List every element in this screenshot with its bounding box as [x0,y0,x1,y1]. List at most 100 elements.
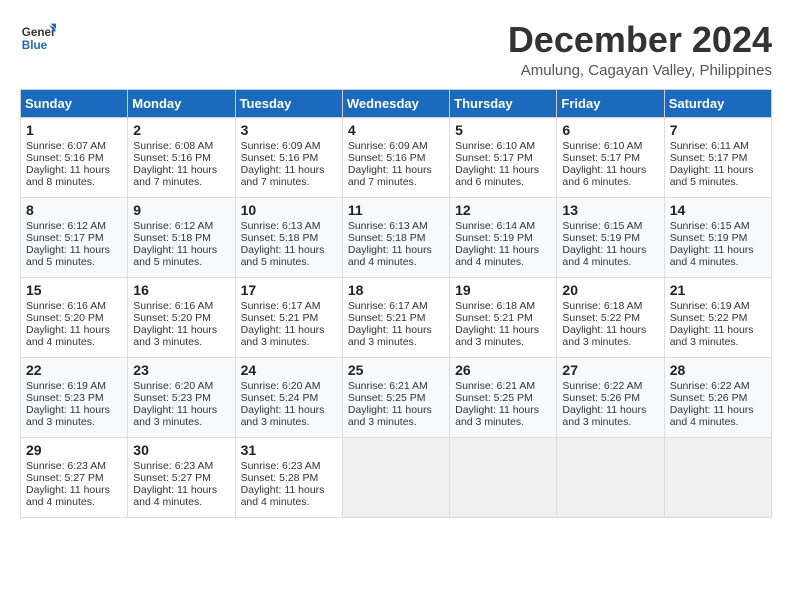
day-number: 9 [133,202,229,218]
daylight-text: Daylight: 11 hours and 4 minutes. [670,404,754,428]
calendar-cell: 3Sunrise: 6:09 AMSunset: 5:16 PMDaylight… [235,117,342,197]
daylight-text: Daylight: 11 hours and 5 minutes. [241,244,325,268]
calendar-cell: 30Sunrise: 6:23 AMSunset: 5:27 PMDayligh… [128,437,235,517]
calendar-cell: 22Sunrise: 6:19 AMSunset: 5:23 PMDayligh… [21,357,128,437]
sunset-text: Sunset: 5:21 PM [455,312,533,324]
sunrise-text: Sunrise: 6:23 AM [241,460,321,472]
sunrise-text: Sunrise: 6:19 AM [670,300,750,312]
sunrise-text: Sunrise: 6:17 AM [348,300,428,312]
daylight-text: Daylight: 11 hours and 4 minutes. [133,484,217,508]
sunset-text: Sunset: 5:27 PM [133,472,211,484]
sunset-text: Sunset: 5:27 PM [26,472,104,484]
sunset-text: Sunset: 5:22 PM [670,312,748,324]
day-number: 17 [241,282,337,298]
sunset-text: Sunset: 5:28 PM [241,472,319,484]
month-title: December 2024 [508,20,772,60]
daylight-text: Daylight: 11 hours and 8 minutes. [26,164,110,188]
sunrise-text: Sunrise: 6:16 AM [133,300,213,312]
sunrise-text: Sunrise: 6:10 AM [455,140,535,152]
calendar-cell: 8Sunrise: 6:12 AMSunset: 5:17 PMDaylight… [21,197,128,277]
sunset-text: Sunset: 5:16 PM [26,152,104,164]
sunset-text: Sunset: 5:21 PM [348,312,426,324]
daylight-text: Daylight: 11 hours and 7 minutes. [348,164,432,188]
sunrise-text: Sunrise: 6:08 AM [133,140,213,152]
calendar-cell: 2Sunrise: 6:08 AMSunset: 5:16 PMDaylight… [128,117,235,197]
calendar-cell: 17Sunrise: 6:17 AMSunset: 5:21 PMDayligh… [235,277,342,357]
daylight-text: Daylight: 11 hours and 5 minutes. [133,244,217,268]
daylight-text: Daylight: 11 hours and 4 minutes. [670,244,754,268]
day-number: 12 [455,202,551,218]
calendar-week-3: 15Sunrise: 6:16 AMSunset: 5:20 PMDayligh… [21,277,772,357]
daylight-text: Daylight: 11 hours and 4 minutes. [455,244,539,268]
daylight-text: Daylight: 11 hours and 3 minutes. [562,404,646,428]
day-number: 19 [455,282,551,298]
sunset-text: Sunset: 5:23 PM [26,392,104,404]
calendar-cell: 14Sunrise: 6:15 AMSunset: 5:19 PMDayligh… [664,197,771,277]
day-number: 8 [26,202,122,218]
svg-text:General: General [22,26,56,39]
calendar-cell: 29Sunrise: 6:23 AMSunset: 5:27 PMDayligh… [21,437,128,517]
sunset-text: Sunset: 5:21 PM [241,312,319,324]
day-number: 20 [562,282,658,298]
sunset-text: Sunset: 5:16 PM [241,152,319,164]
sunset-text: Sunset: 5:19 PM [455,232,533,244]
sunset-text: Sunset: 5:16 PM [348,152,426,164]
calendar-header-tuesday: Tuesday [235,89,342,117]
day-number: 21 [670,282,766,298]
sunset-text: Sunset: 5:19 PM [670,232,748,244]
day-number: 28 [670,362,766,378]
daylight-text: Daylight: 11 hours and 4 minutes. [26,324,110,348]
day-number: 27 [562,362,658,378]
daylight-text: Daylight: 11 hours and 3 minutes. [455,404,539,428]
calendar-week-2: 8Sunrise: 6:12 AMSunset: 5:17 PMDaylight… [21,197,772,277]
sunset-text: Sunset: 5:20 PM [26,312,104,324]
calendar-cell: 11Sunrise: 6:13 AMSunset: 5:18 PMDayligh… [342,197,449,277]
calendar-cell: 7Sunrise: 6:11 AMSunset: 5:17 PMDaylight… [664,117,771,197]
sunrise-text: Sunrise: 6:12 AM [133,220,213,232]
sunrise-text: Sunrise: 6:22 AM [562,380,642,392]
day-number: 1 [26,122,122,138]
sunset-text: Sunset: 5:16 PM [133,152,211,164]
calendar-cell: 20Sunrise: 6:18 AMSunset: 5:22 PMDayligh… [557,277,664,357]
day-number: 26 [455,362,551,378]
daylight-text: Daylight: 11 hours and 7 minutes. [241,164,325,188]
calendar-header-wednesday: Wednesday [342,89,449,117]
sunrise-text: Sunrise: 6:16 AM [26,300,106,312]
calendar-header-thursday: Thursday [450,89,557,117]
sunset-text: Sunset: 5:26 PM [562,392,640,404]
sunrise-text: Sunrise: 6:13 AM [241,220,321,232]
day-number: 4 [348,122,444,138]
sunrise-text: Sunrise: 6:20 AM [241,380,321,392]
daylight-text: Daylight: 11 hours and 3 minutes. [133,404,217,428]
daylight-text: Daylight: 11 hours and 7 minutes. [133,164,217,188]
daylight-text: Daylight: 11 hours and 3 minutes. [670,324,754,348]
sunset-text: Sunset: 5:23 PM [133,392,211,404]
logo-icon: General Blue [20,20,56,56]
sunset-text: Sunset: 5:25 PM [455,392,533,404]
calendar-cell: 31Sunrise: 6:23 AMSunset: 5:28 PMDayligh… [235,437,342,517]
svg-text:Blue: Blue [22,39,48,52]
sunset-text: Sunset: 5:24 PM [241,392,319,404]
calendar-header-friday: Friday [557,89,664,117]
calendar-week-1: 1Sunrise: 6:07 AMSunset: 5:16 PMDaylight… [21,117,772,197]
calendar-cell [557,437,664,517]
sunrise-text: Sunrise: 6:18 AM [455,300,535,312]
sunrise-text: Sunrise: 6:22 AM [670,380,750,392]
sunrise-text: Sunrise: 6:07 AM [26,140,106,152]
calendar-header-sunday: Sunday [21,89,128,117]
sunrise-text: Sunrise: 6:14 AM [455,220,535,232]
daylight-text: Daylight: 11 hours and 6 minutes. [455,164,539,188]
daylight-text: Daylight: 11 hours and 6 minutes. [562,164,646,188]
daylight-text: Daylight: 11 hours and 3 minutes. [348,324,432,348]
calendar-cell: 5Sunrise: 6:10 AMSunset: 5:17 PMDaylight… [450,117,557,197]
calendar-cell: 13Sunrise: 6:15 AMSunset: 5:19 PMDayligh… [557,197,664,277]
day-number: 15 [26,282,122,298]
day-number: 13 [562,202,658,218]
daylight-text: Daylight: 11 hours and 3 minutes. [26,404,110,428]
sunset-text: Sunset: 5:18 PM [241,232,319,244]
day-number: 25 [348,362,444,378]
sunset-text: Sunset: 5:20 PM [133,312,211,324]
daylight-text: Daylight: 11 hours and 4 minutes. [562,244,646,268]
sunrise-text: Sunrise: 6:15 AM [670,220,750,232]
sunrise-text: Sunrise: 6:21 AM [455,380,535,392]
